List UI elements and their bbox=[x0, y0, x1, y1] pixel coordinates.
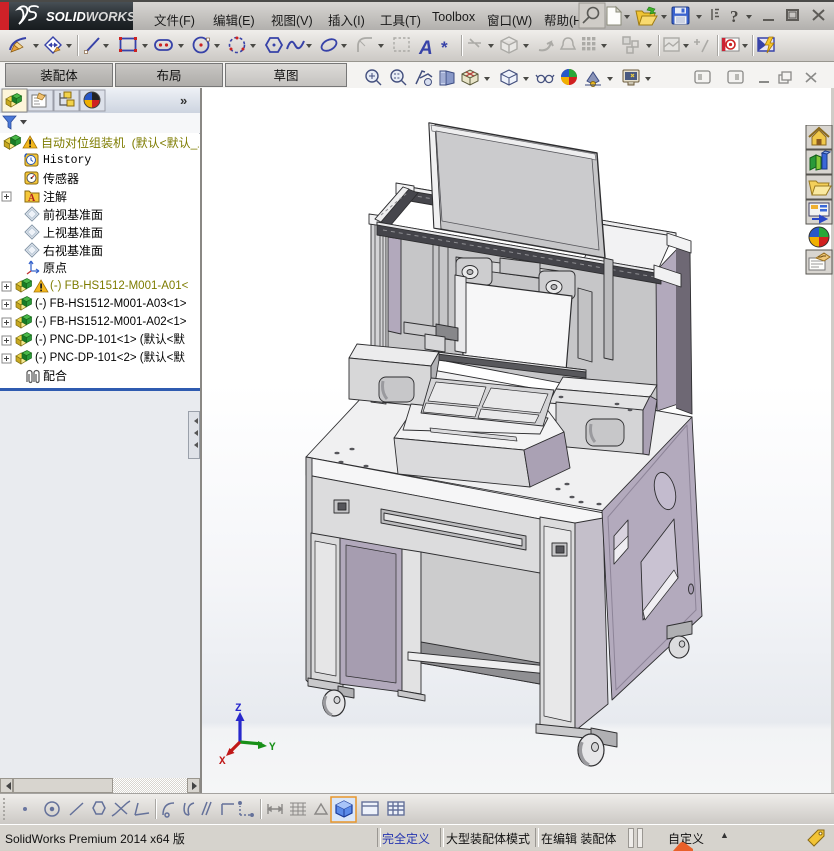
svg-text:X: X bbox=[219, 756, 226, 768]
svg-text:*: * bbox=[441, 38, 448, 57]
svg-text:?: ? bbox=[730, 7, 739, 26]
svg-text:A: A bbox=[418, 38, 433, 59]
svg-text:Z: Z bbox=[235, 703, 242, 715]
svg-text:A: A bbox=[28, 193, 36, 204]
svg-text:Y: Y bbox=[269, 742, 276, 754]
svg-text:»: » bbox=[180, 93, 187, 108]
